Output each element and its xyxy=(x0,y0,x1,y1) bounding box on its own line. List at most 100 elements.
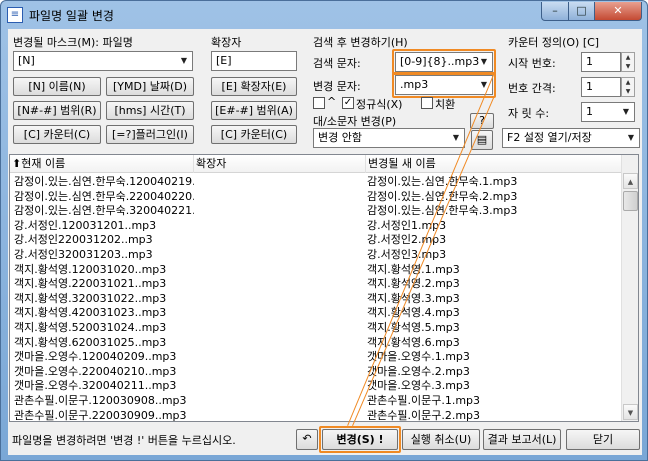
ext-range-button[interactable]: [E#-#] 범위(A) xyxy=(211,101,297,120)
cell-current-name: 갯마을.오영수.320040211..mp3 xyxy=(14,379,177,393)
chevron-down-icon: ▼ xyxy=(627,133,635,142)
scroll-down-icon[interactable]: ▼ xyxy=(623,404,638,420)
replace-option-label: 치환 xyxy=(435,98,456,111)
start-number-spinner[interactable]: ▲ ▼ xyxy=(621,52,635,72)
cell-current-name: 감정이.있는.심연.한무숙.220040220..mp3 xyxy=(14,189,194,203)
up-arrow-icon[interactable]: ▲ xyxy=(622,78,634,87)
close-window-button[interactable]: ✕ xyxy=(594,2,642,21)
status-bar: 파일명을 변경하려면 '변경 !' 버튼을 누르십시오. ↶ 변경(S) ! 실… xyxy=(8,426,642,453)
regex-checkbox[interactable]: ✓ xyxy=(342,97,354,109)
cell-current-name: 관촌수필.이문구.220030909..mp3 xyxy=(14,408,187,422)
list-body: 감정이.있는.심연.한무숙.120040219..mp3감정이.있는.심연.한무… xyxy=(10,174,622,422)
column-new-name[interactable]: 변경될 새 이름 xyxy=(366,155,622,173)
report-button[interactable]: 결과 보고서(L) xyxy=(483,429,561,450)
scroll-up-icon[interactable]: ▲ xyxy=(623,173,638,189)
table-row[interactable]: 갯마을.오영수.220040210..mp3 갯마을.오영수.2.mp3 xyxy=(10,364,622,379)
cell-current-name: 강.서정인220031202..mp3 xyxy=(14,233,153,247)
table-row[interactable]: 객지.황석영.620031025..mp3 객지.황석영.6.mp3 xyxy=(10,335,622,350)
chevron-down-icon: ▼ xyxy=(452,133,460,142)
table-row[interactable]: 갯마을.오영수.120040209..mp3 갯마을.오영수.1.mp3 xyxy=(10,349,622,364)
file-list[interactable]: ⬆현재 이름 확장자 변경될 새 이름 감정이.있는.심연.한무숙.120040… xyxy=(9,154,639,422)
ext-token-button[interactable]: [E] 확장자(E) xyxy=(211,77,297,96)
counter-token-button[interactable]: [C] 카운터(C) xyxy=(13,125,101,144)
down-arrow-icon[interactable]: ▼ xyxy=(622,87,634,96)
undo-button[interactable]: ↶ xyxy=(296,429,318,450)
cell-current-name: 강.서정인.120031201..mp3 xyxy=(14,218,157,232)
cell-current-name: 객지.황석영.520031024..mp3 xyxy=(14,321,167,334)
name-range-button[interactable]: [N#-#] 범위(R) xyxy=(13,101,101,120)
start-number-label: 시작 번호: xyxy=(508,57,556,70)
plugin-button[interactable]: [=?]플러그인(I) xyxy=(106,125,194,144)
sort-up-icon: ⬆ xyxy=(12,157,22,170)
cell-current-name: 객지.황석영.320031022..mp3 xyxy=(14,291,167,305)
table-row[interactable]: 감정이.있는.심연.한무숙.220040220..mp3 감정이.있는.심연.한무… xyxy=(10,189,622,204)
table-row[interactable]: 관촌수필.이문구.120030908..mp3 관촌수필.이문구.1.mp3 xyxy=(10,393,622,408)
cell-current-name: 감정이.있는.심연.한무숙.120040219..mp3 xyxy=(14,175,194,188)
undo-icon: ↶ xyxy=(302,432,312,445)
caret-label: ^ xyxy=(327,95,337,108)
digits-combo[interactable]: 1 ▼ xyxy=(581,102,635,122)
close-button[interactable]: 닫기 xyxy=(566,429,640,450)
table-row[interactable]: 감정이.있는.심연.한무숙.120040219..mp3 감정이.있는.심연.한무… xyxy=(10,174,622,189)
cell-current-name: 객지.황석영.620031025..mp3 xyxy=(14,335,167,349)
cell-new-name: 갯마을.오영수.1.mp3 xyxy=(367,350,470,364)
scroll-thumb[interactable] xyxy=(623,191,638,211)
table-row[interactable]: 강.서정인320031203..mp3 강.서정인3.mp3 xyxy=(10,247,622,262)
undo-run-button[interactable]: 실행 취소(U) xyxy=(402,429,480,450)
search-text-label: 검색 문자: xyxy=(313,57,361,70)
maximize-button[interactable]: □ xyxy=(568,2,595,21)
column-current-name[interactable]: ⬆현재 이름 xyxy=(10,155,194,173)
digits-label: 자 릿 수: xyxy=(508,107,550,120)
window-title: 파일명 일괄 변경 xyxy=(29,9,114,23)
table-row[interactable]: 객지.황석영.420031023..mp3 객지.황석영.4.mp3 xyxy=(10,305,622,320)
case-value: 변경 안함 xyxy=(318,131,362,144)
table-row[interactable]: 객지.황석영.320031022..mp3 객지.황석영.3.mp3 xyxy=(10,291,622,306)
regex-label: 정규식(X) xyxy=(356,98,403,111)
up-arrow-icon[interactable]: ▲ xyxy=(622,53,634,62)
cell-current-name: 객지.황석영.120031020..mp3 xyxy=(14,262,167,276)
column-extension[interactable]: 확장자 xyxy=(194,155,366,173)
cell-current-name: 감정이.있는.심연.한무숙.320040221..mp3 xyxy=(14,204,194,218)
table-row[interactable]: 관촌수필.이문구.220030909..mp3 관촌수필.이문구.2.mp3 xyxy=(10,408,622,422)
minimize-button[interactable]: – xyxy=(541,2,569,21)
cell-new-name: 관촌수필.이문구.2.mp3 xyxy=(367,408,481,422)
cell-current-name: 강.서정인320031203..mp3 xyxy=(14,248,153,261)
table-row[interactable]: 객지.황석영.120031020..mp3 객지.황석영.1.mp3 xyxy=(10,262,622,277)
ext-input[interactable]: [E] xyxy=(211,51,297,71)
apply-highlight xyxy=(319,426,401,453)
table-row[interactable]: 객지.황석영.520031024..mp3 객지.황석영.5.mp3 xyxy=(10,320,622,335)
start-number-input[interactable]: 1 xyxy=(581,52,621,72)
case-combo[interactable]: 변경 안함 ▼ xyxy=(313,128,465,148)
cell-new-name: 객지.황석영.1.mp3 xyxy=(367,262,460,276)
time-token-button[interactable]: [hms] 시간(T) xyxy=(106,101,194,120)
settings-combo[interactable]: F2 설정 열기/저장 ▼ xyxy=(502,128,640,148)
title-bar[interactable]: ≡ 파일명 일괄 변경 – □ ✕ xyxy=(1,1,647,29)
table-row[interactable]: 감정이.있는.심연.한무숙.320040221..mp3 감정이.있는.심연.한무… xyxy=(10,203,622,218)
cell-new-name: 갯마을.오영수.3.mp3 xyxy=(367,379,470,393)
chevron-down-icon: ▼ xyxy=(180,56,188,65)
cell-current-name: 갯마을.오영수.220040210..mp3 xyxy=(14,364,177,378)
table-row[interactable]: 객지.황석영.220031021..mp3객지.황석영.2.mp3 xyxy=(10,276,622,291)
cell-new-name: 강.서정인1.mp3 xyxy=(367,218,447,232)
table-row[interactable]: 갯마을.오영수.320040211..mp3 갯마을.오영수.3.mp3 xyxy=(10,378,622,393)
counter-section-label: 카운터 정의(O) [C] xyxy=(508,36,600,49)
table-row[interactable]: 강.서정인.120031201..mp3 강.서정인1.mp3 xyxy=(10,218,622,233)
name-token-button[interactable]: [N] 이름(N) xyxy=(13,77,101,96)
cell-new-name: 갯마을.오영수.2.mp3 xyxy=(367,364,470,378)
search-section-label: 검색 후 변경하기(H) xyxy=(313,36,408,49)
ext-label: 확장자 xyxy=(211,36,242,49)
cell-new-name: 객지.황석영.6.mp3 xyxy=(367,335,460,349)
mask-combo[interactable]: [N] ▼ xyxy=(13,51,193,71)
caret-checkbox[interactable] xyxy=(313,97,325,109)
table-row[interactable]: 강.서정인220031202..mp3 강.서정인2.mp3 xyxy=(10,232,622,247)
list-icon: ▤ xyxy=(476,133,488,146)
step-input[interactable]: 1 xyxy=(581,77,621,97)
digits-value: 1 xyxy=(586,105,593,118)
vertical-scrollbar[interactable]: ▲ ▼ xyxy=(621,155,638,421)
down-arrow-icon[interactable]: ▼ xyxy=(622,62,634,71)
replace-text-label: 변경 문자: xyxy=(313,80,361,93)
date-token-button[interactable]: [YMD] 날짜(D) xyxy=(106,77,194,96)
step-spinner[interactable]: ▲ ▼ xyxy=(621,77,635,97)
ext-counter-button[interactable]: [C] 카운터(C) xyxy=(211,125,297,144)
replace-checkbox[interactable] xyxy=(421,97,433,109)
